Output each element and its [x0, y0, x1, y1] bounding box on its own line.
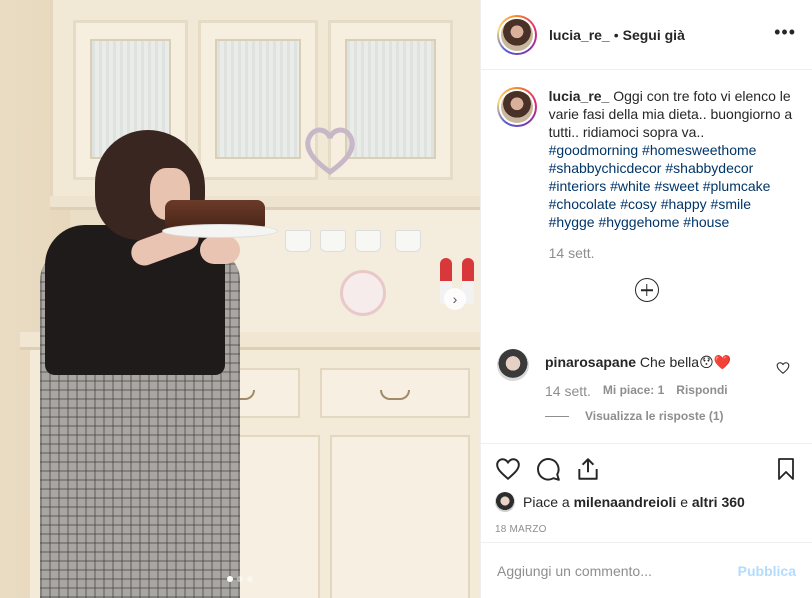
photo-plate	[162, 224, 278, 238]
carousel-indicator	[0, 576, 480, 582]
hashtag-link[interactable]: #homesweethome	[642, 142, 756, 158]
comment-text: Che bella😯❤️	[639, 354, 732, 370]
hashtag-link[interactable]: #hygge	[549, 214, 595, 230]
caption-time: 14 sett.	[548, 245, 595, 261]
caption-avatar[interactable]	[497, 87, 537, 127]
replies-divider	[545, 415, 569, 417]
hashtag-link[interactable]: #chocolate	[549, 196, 617, 212]
carousel-dot	[227, 576, 233, 582]
comment-heart-icon[interactable]	[776, 361, 790, 375]
likes-others-link[interactable]: altri 360	[692, 494, 745, 510]
caption-username[interactable]: lucia_re_	[549, 88, 610, 104]
hashtag-link[interactable]: #house	[683, 214, 729, 230]
likes-summary: Piace a milenaandreioli e altri 360	[495, 492, 798, 512]
photo-cup	[285, 230, 311, 252]
carousel-next-button[interactable]: ›	[444, 288, 466, 310]
header-separator: •	[613, 26, 619, 43]
add-comment-bar: Pubblica	[481, 542, 812, 598]
liker-username[interactable]: milenaandreioli	[574, 494, 677, 510]
chevron-right-icon: ›	[452, 291, 458, 307]
hashtag-link[interactable]: #shabbychicdecor	[549, 160, 662, 176]
hashtag-link[interactable]: #white	[610, 178, 650, 194]
hashtag-link[interactable]: #plumcake	[703, 178, 771, 194]
post-photo[interactable]: ›	[0, 0, 480, 598]
comment-avatar[interactable]	[497, 349, 529, 381]
likes-middle: e	[680, 494, 688, 510]
following-button[interactable]: Segui già	[623, 27, 685, 43]
hashtag-link[interactable]: #sweet	[654, 178, 698, 194]
reply-button[interactable]: Rispondi	[676, 383, 727, 399]
hashtag-link[interactable]: #happy	[661, 196, 707, 212]
hashtag-link[interactable]: #interiors	[549, 178, 607, 194]
photo-cup	[395, 230, 421, 252]
post-username[interactable]: lucia_re_	[549, 27, 610, 43]
post-date[interactable]: 18 MARZO	[495, 524, 798, 535]
photo-cup	[355, 230, 381, 252]
comment-username[interactable]: pinarosapane	[545, 354, 636, 370]
comment-likes-link[interactable]: Mi piace: 1	[603, 383, 664, 399]
photo-clock	[340, 270, 386, 316]
load-more-comments-icon[interactable]	[634, 278, 659, 302]
hashtag-link[interactable]: #cosy	[620, 196, 657, 212]
likes-prefix: Piace a	[523, 494, 570, 510]
bookmark-icon[interactable]	[774, 456, 798, 482]
comment-item: pinarosapane Che bella😯❤️ 14 sett. Mi pi…	[481, 349, 812, 423]
carousel-dot	[247, 576, 253, 582]
comment-bubble-icon[interactable]	[535, 456, 561, 482]
carousel-dot	[237, 576, 243, 582]
comment-time[interactable]: 14 sett.	[545, 383, 591, 399]
photo-cup	[320, 230, 346, 252]
hashtag-link[interactable]: #shabbydecor	[665, 160, 753, 176]
view-replies-label: Visualizza le risposte (1)	[585, 409, 724, 423]
post-actions: Piace a milenaandreioli e altri 360 18 M…	[481, 443, 812, 543]
photo-cabinet-door	[330, 435, 470, 598]
caption: lucia_re_ Oggi con tre foto vi elenco le…	[481, 71, 812, 262]
photo-drawer	[320, 368, 470, 418]
hashtag-link[interactable]: #hyggehome	[598, 214, 679, 230]
post-side-panel: lucia_re_ • Segui già ••• lucia_re_ Oggi…	[480, 0, 812, 598]
liker-avatar[interactable]	[495, 492, 515, 512]
comments-area: lucia_re_ Oggi con tre foto vi elenco le…	[481, 71, 812, 443]
view-replies-button[interactable]: Visualizza le risposte (1)	[545, 409, 785, 423]
photo-person-hand	[200, 236, 240, 264]
publish-button[interactable]: Pubblica	[738, 563, 796, 579]
post-header: lucia_re_ • Segui già •••	[481, 0, 812, 70]
hashtag-link[interactable]: #smile	[711, 196, 751, 212]
share-upload-icon[interactable]	[575, 456, 601, 482]
avatar[interactable]	[497, 14, 537, 55]
caption-text-block: lucia_re_ Oggi con tre foto vi elenco le…	[549, 87, 796, 262]
add-comment-input[interactable]	[497, 562, 738, 579]
like-heart-icon[interactable]	[495, 456, 521, 482]
hashtag-link[interactable]: #goodmorning	[549, 142, 639, 158]
photo-heart-decoration	[305, 127, 355, 176]
more-horizontal-icon[interactable]: •••	[774, 23, 796, 41]
hashtag-list: #goodmorning #homesweethome #shabbychicd…	[549, 141, 796, 231]
